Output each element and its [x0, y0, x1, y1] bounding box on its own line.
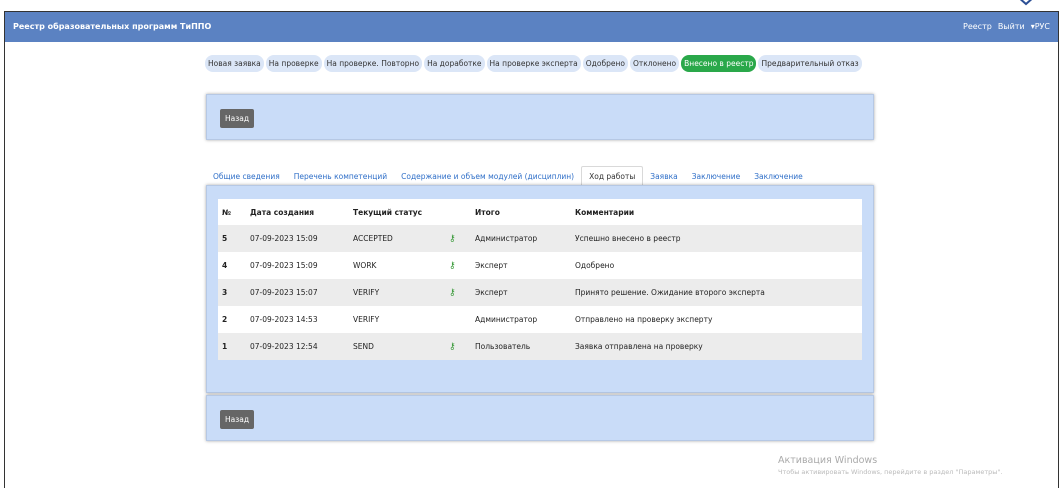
- header-number: №: [218, 199, 246, 225]
- row-role: Администратор: [471, 225, 571, 252]
- row-status: VERIFY: [349, 306, 445, 333]
- header-created-date: Дата создания: [246, 199, 349, 225]
- table-row: 3 07-09-2023 15:07 VERIFY ⚷ Эксперт Прин…: [218, 279, 862, 306]
- row-number: 5: [218, 225, 246, 252]
- tab-modules[interactable]: Содержание и объем модулей (дисциплин): [394, 167, 581, 186]
- row-comment: Заявка отправлена на проверку: [571, 333, 862, 360]
- row-number: 4: [218, 252, 246, 279]
- header-comments: Комментарии: [571, 199, 862, 225]
- tab-conclusion-1[interactable]: Заключение: [685, 167, 747, 186]
- row-comment: Отправлено на проверку эксперту: [571, 306, 862, 333]
- key-icon[interactable]: ⚷: [449, 234, 456, 244]
- back-button-bottom[interactable]: Назад: [220, 410, 255, 429]
- row-comment: Принято решение. Ожидание второго экспер…: [571, 279, 862, 306]
- status-filter-bar: Новая заявка На проверке На проверке. По…: [205, 55, 862, 72]
- language-selector[interactable]: ▾РУС: [1031, 22, 1050, 31]
- row-role: Эксперт: [471, 252, 571, 279]
- watermark-subtitle: Чтобы активировать Windows, перейдите в …: [778, 468, 1003, 476]
- status-pill-review[interactable]: На проверке: [265, 55, 322, 72]
- status-pill-revision[interactable]: На доработке: [424, 55, 485, 72]
- top-action-panel: Назад: [206, 94, 874, 140]
- progress-panel: № Дата создания Текущий статус Итого Ком…: [206, 185, 874, 393]
- table-row: 4 07-09-2023 15:09 WORK ⚷ Эксперт Одобре…: [218, 252, 862, 279]
- key-icon[interactable]: ⚷: [449, 261, 456, 271]
- nav-link-registry[interactable]: Реестр: [963, 22, 992, 31]
- row-date: 07-09-2023 14:53: [246, 306, 349, 333]
- header-total: Итого: [471, 199, 571, 225]
- row-comment: Одобрено: [571, 252, 862, 279]
- bottom-action-panel: Назад: [206, 395, 874, 441]
- row-number: 1: [218, 333, 246, 360]
- status-pill-registered[interactable]: Внесено в реестр: [681, 55, 757, 72]
- tab-general[interactable]: Общие сведения: [206, 167, 287, 186]
- row-date: 07-09-2023 15:09: [246, 252, 349, 279]
- row-key-cell: ⚷: [445, 252, 471, 279]
- watermark-title: Активация Windows: [778, 455, 878, 466]
- row-key-cell: ⚷: [445, 225, 471, 252]
- row-status: SEND: [349, 333, 445, 360]
- key-icon[interactable]: ⚷: [449, 288, 456, 298]
- row-status: VERIFY: [349, 279, 445, 306]
- key-icon[interactable]: ⚷: [449, 342, 456, 352]
- navbar-links: Реестр Выйти ▾РУС: [963, 22, 1050, 31]
- tab-progress[interactable]: Ход работы: [581, 166, 644, 186]
- status-pill-expert-review[interactable]: На проверке эксперта: [486, 55, 581, 72]
- progress-table: № Дата создания Текущий статус Итого Ком…: [218, 199, 862, 360]
- chevron-down-icon: [1019, 0, 1033, 6]
- row-status: WORK: [349, 252, 445, 279]
- tab-conclusion-2[interactable]: Заключение: [747, 167, 809, 186]
- windows-activation-watermark: Активация Windows Чтобы активировать Win…: [778, 455, 1002, 476]
- row-role: Администратор: [471, 306, 571, 333]
- row-number: 3: [218, 279, 246, 306]
- tab-competencies[interactable]: Перечень компетенций: [287, 167, 394, 186]
- row-role: Эксперт: [471, 279, 571, 306]
- row-key-cell: ⚷: [445, 333, 471, 360]
- table-row: 5 07-09-2023 15:09 ACCEPTED ⚷ Администра…: [218, 225, 862, 252]
- row-status: ACCEPTED: [349, 225, 445, 252]
- status-pill-prelim-refusal[interactable]: Предварительный отказ: [758, 55, 862, 72]
- row-key-cell: [445, 306, 471, 333]
- table-header-row: № Дата создания Текущий статус Итого Ком…: [218, 199, 862, 225]
- nav-link-logout[interactable]: Выйти: [998, 22, 1025, 31]
- row-comment: Успешно внесено в реестр: [571, 225, 862, 252]
- row-date: 07-09-2023 15:07: [246, 279, 349, 306]
- status-pill-approved[interactable]: Одобрено: [582, 55, 628, 72]
- row-number: 2: [218, 306, 246, 333]
- row-role: Пользователь: [471, 333, 571, 360]
- status-pill-rejected[interactable]: Отклонено: [629, 55, 680, 72]
- navbar: Реестр образовательных программ ТиППО Ре…: [5, 12, 1058, 42]
- table-row: 1 07-09-2023 12:54 SEND ⚷ Пользователь З…: [218, 333, 862, 360]
- row-date: 07-09-2023 15:09: [246, 225, 349, 252]
- table-row: 2 07-09-2023 14:53 VERIFY Администратор …: [218, 306, 862, 333]
- row-date: 07-09-2023 12:54: [246, 333, 349, 360]
- tab-application[interactable]: Заявка: [643, 167, 684, 186]
- header-status: Текущий статус: [349, 199, 445, 225]
- tab-bar: Общие сведения Перечень компетенций Соде…: [206, 166, 810, 186]
- status-pill-review-repeat[interactable]: На проверке. Повторно: [323, 55, 423, 72]
- header-key: [445, 199, 471, 225]
- row-key-cell: ⚷: [445, 279, 471, 306]
- app-title[interactable]: Реестр образовательных программ ТиППО: [13, 22, 211, 31]
- back-button[interactable]: Назад: [220, 109, 255, 128]
- status-pill-new[interactable]: Новая заявка: [205, 55, 264, 72]
